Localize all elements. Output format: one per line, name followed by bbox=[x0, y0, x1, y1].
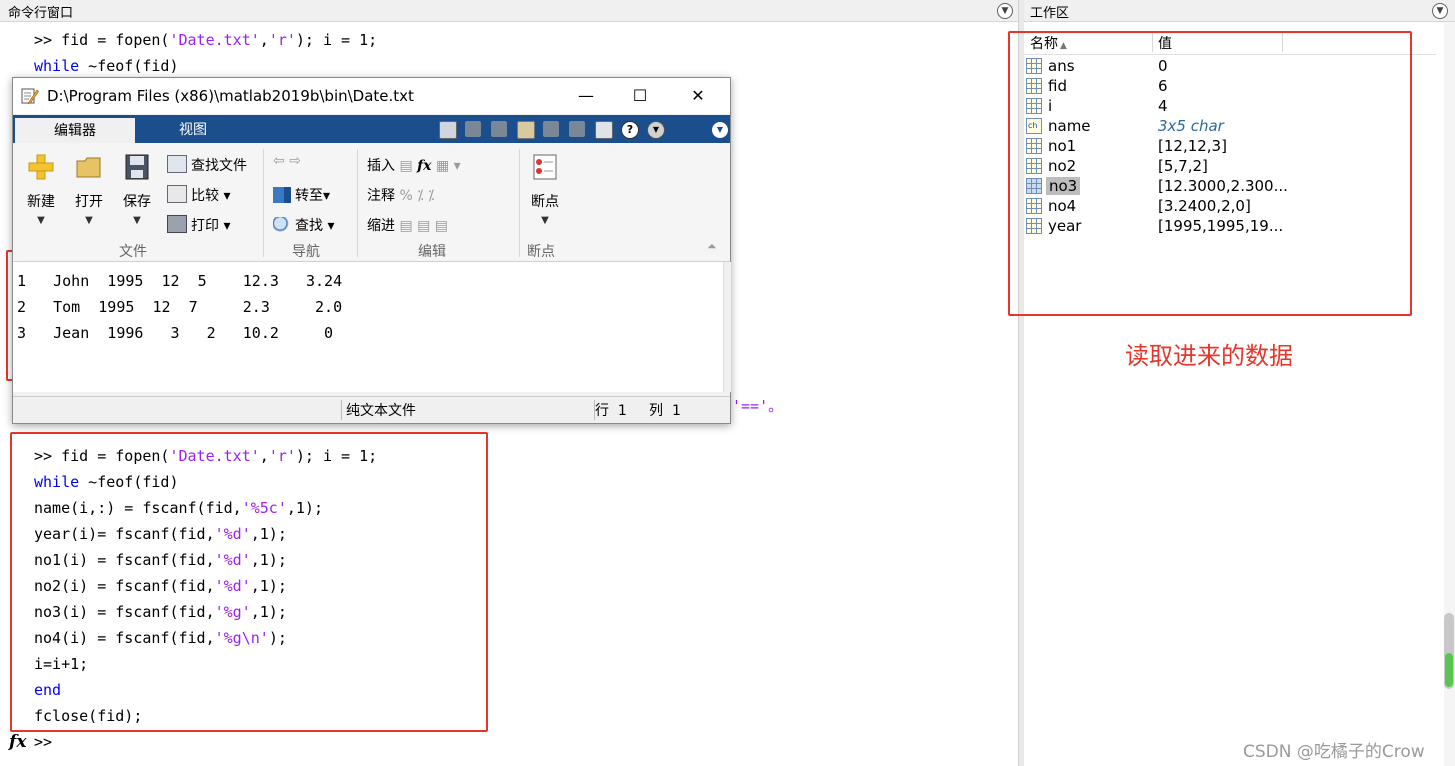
command-line: >> fid = fopen('Date.txt','r'); i = 1; bbox=[34, 31, 378, 49]
comment-percent-icon: % ⁒ ⁒ bbox=[399, 188, 435, 204]
find-files-button[interactable]: 查找文件 bbox=[167, 155, 247, 175]
tab-editor[interactable]: 编辑器 bbox=[15, 118, 135, 144]
indent-icons: ▤ ▤ ▤ bbox=[399, 218, 449, 234]
goto-button[interactable]: 转至▾ bbox=[273, 185, 330, 205]
copy-icon[interactable] bbox=[491, 121, 507, 137]
command-window-titlebar: 命令行窗口 ▼ bbox=[0, 0, 1018, 22]
command-prompt[interactable]: >> bbox=[34, 733, 52, 751]
paste-icon[interactable] bbox=[517, 121, 535, 139]
section-label-edit: 编辑 bbox=[418, 244, 446, 260]
undo-icon[interactable] bbox=[543, 121, 559, 137]
editor-window: D:\Program Files (x86)\matlab2019b\bin\D… bbox=[12, 77, 731, 424]
save-icon[interactable] bbox=[439, 121, 457, 139]
save-button[interactable]: 保存 ▼ bbox=[117, 153, 157, 226]
file-type-status: 纯文本文件 bbox=[341, 400, 595, 420]
minimize-button[interactable]: — bbox=[563, 84, 609, 108]
ribbon-separator bbox=[357, 149, 358, 257]
compare-icon bbox=[167, 185, 187, 203]
find-files-icon bbox=[167, 155, 187, 173]
indent-button[interactable]: 缩进 ▤ ▤ ▤ bbox=[367, 215, 448, 235]
goto-icon bbox=[273, 187, 291, 203]
save-icon bbox=[125, 154, 149, 180]
forward-arrow-icon[interactable]: ⇨ bbox=[289, 153, 301, 169]
workspace-menu-icon[interactable]: ▼ bbox=[1432, 3, 1448, 19]
scrollbar-thumb[interactable] bbox=[1444, 613, 1454, 689]
quick-access-toolbar: ? ▼ ▼ bbox=[427, 118, 729, 140]
insert-function-icon[interactable]: ▦ ▾ bbox=[436, 158, 461, 174]
print-button[interactable]: 打印 ▾ bbox=[167, 215, 230, 235]
section-label-navigate: 导航 bbox=[292, 244, 320, 260]
new-button[interactable]: 新建 ▼ bbox=[21, 153, 61, 226]
open-button[interactable]: 打开 ▼ bbox=[69, 153, 109, 226]
tab-view[interactable]: 视图 bbox=[153, 118, 233, 143]
editor-line: 1 John 1995 12 5 12.3 3.24 bbox=[17, 272, 343, 290]
cut-icon[interactable] bbox=[465, 121, 481, 137]
command-line: while ~feof(fid) bbox=[34, 57, 179, 75]
breakpoints-button[interactable]: 断点 ▼ bbox=[525, 153, 565, 226]
ribbon-separator bbox=[519, 149, 520, 257]
back-arrow-icon[interactable]: ⇦ bbox=[273, 153, 285, 169]
workspace-panel: 工作区 ▼ 名称 ▲ 值 ans 0 fid 6 i4 ch name 3x5 char … bbox=[1008, 0, 1455, 766]
dropdown-icon[interactable]: ▼ bbox=[647, 121, 665, 139]
new-icon bbox=[28, 154, 54, 180]
editor-ribbon: 新建 ▼ 打开 ▼ 保存 ▼ 查找文件 比较 ▾ 打印 ▾ 文件 ⇦ ⇨ 转至▾ 查找… bbox=[13, 143, 730, 262]
insert-icon: ▤ bbox=[399, 158, 413, 174]
workspace-titlebar: 工作区 ▼ bbox=[1024, 0, 1455, 22]
expand-toolstrip-icon[interactable]: ▼ bbox=[711, 121, 729, 139]
section-label-breakpoints: 断点 bbox=[527, 244, 555, 260]
maximize-button[interactable]: ☐ bbox=[617, 84, 663, 108]
annotation-box-workspace bbox=[1008, 31, 1412, 316]
find-button[interactable]: 查找 ▾ bbox=[273, 215, 334, 235]
ribbon-separator bbox=[263, 149, 264, 257]
collapse-ribbon-icon[interactable]: ⏶ bbox=[707, 239, 717, 254]
insert-button[interactable]: 插入 ▤ fx ▦ ▾ bbox=[367, 155, 461, 175]
printer-icon bbox=[167, 215, 187, 233]
editor-titlebar[interactable]: D:\Program Files (x86)\matlab2019b\bin\D… bbox=[13, 78, 730, 114]
annotation-text: 读取进来的数据 bbox=[1125, 342, 1293, 370]
cursor-position-status: 行 1 列 1 bbox=[595, 403, 681, 419]
annotation-box-code bbox=[10, 432, 488, 732]
editor-app-icon bbox=[21, 88, 39, 105]
editor-window-title: D:\Program Files (x86)\matlab2019b\bin\D… bbox=[47, 87, 414, 105]
editor-line: 3 Jean 1996 3 2 10.2 0 bbox=[17, 324, 334, 342]
folder-open-icon bbox=[76, 157, 101, 178]
command-window-title: 命令行窗口 bbox=[8, 6, 74, 21]
switch-windows-icon[interactable] bbox=[595, 121, 613, 139]
editor-line: 2 Tom 1995 12 7 2.3 2.0 bbox=[17, 298, 343, 316]
help-icon[interactable]: ? bbox=[621, 121, 639, 139]
editor-tabbar: 编辑器 视图 ? ▼ ▼ bbox=[13, 115, 730, 144]
comment-button[interactable]: 注释 % ⁒ ⁒ bbox=[367, 185, 434, 205]
editor-scrollbar[interactable] bbox=[723, 262, 731, 392]
function-browser-icon[interactable]: fx bbox=[9, 732, 26, 752]
breakpoints-icon bbox=[533, 154, 557, 180]
editor-statusbar: 纯文本文件 行 1 列 1 bbox=[13, 396, 730, 423]
back-forward-buttons[interactable]: ⇦ ⇨ bbox=[273, 153, 301, 169]
editor-text-area[interactable]: 1 John 1995 12 5 12.3 3.24 2 Tom 1995 12… bbox=[13, 262, 723, 392]
section-label-file: 文件 bbox=[119, 244, 147, 260]
watermark: CSDN @吃橘子的Crow bbox=[1243, 742, 1425, 762]
magnifier-icon bbox=[273, 217, 291, 233]
close-button[interactable]: ✕ bbox=[675, 84, 721, 108]
command-output-fragment: '=='。 bbox=[732, 397, 784, 415]
command-window-menu-icon[interactable]: ▼ bbox=[997, 3, 1013, 19]
workspace-title: 工作区 bbox=[1030, 6, 1070, 21]
fx-insert-icon[interactable]: fx bbox=[417, 158, 431, 174]
compare-button[interactable]: 比较 ▾ bbox=[167, 185, 230, 205]
redo-icon[interactable] bbox=[569, 121, 585, 137]
scrollbar-indicator bbox=[1445, 653, 1453, 687]
